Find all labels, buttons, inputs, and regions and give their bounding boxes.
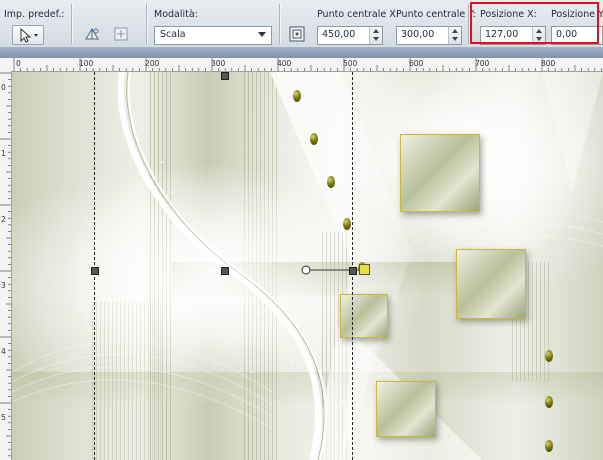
toolbar-separator: [146, 4, 147, 44]
flip-icon[interactable]: [83, 25, 101, 43]
transform-handle[interactable]: [221, 72, 229, 80]
ruler-label: 100: [79, 59, 94, 68]
horizontal-ruler-ticks: [13, 58, 602, 71]
transform-handle[interactable]: [221, 267, 229, 275]
toolbar-separator: [279, 4, 280, 44]
mode-label: Modalità:: [154, 9, 198, 20]
center-x-label: Punto centrale X:: [317, 9, 399, 20]
vertical-ruler[interactable]: 0 1 2 3 4 5: [0, 71, 12, 460]
ruler-label: 200: [145, 59, 160, 68]
vertical-ruler-ticks: [0, 72, 11, 457]
framed-square: [376, 381, 436, 437]
ruler-label: 0: [1, 83, 6, 92]
spin-up-icon: [452, 29, 458, 33]
framed-square: [456, 249, 526, 319]
transform-handle[interactable]: [91, 267, 99, 275]
olive-bead: [310, 133, 318, 145]
olive-bead: [293, 90, 301, 102]
center-x-input[interactable]: 450,00: [317, 26, 383, 45]
olive-bead: [327, 176, 335, 188]
center-y-value: 300,00: [401, 29, 435, 40]
tool-options-bar: Imp. predef.: Modalità: Scala Punto cent…: [0, 0, 603, 48]
preset-picker-button[interactable]: [12, 25, 44, 45]
framed-square: [400, 134, 480, 212]
center-point-icon[interactable]: [288, 25, 306, 43]
olive-bead: [343, 218, 351, 230]
ruler-label: 0: [16, 59, 21, 68]
selection-guide-right: [352, 72, 353, 460]
ruler-label: 700: [475, 59, 490, 68]
center-x-spinner[interactable]: [369, 27, 382, 44]
ruler-label: 3: [1, 281, 6, 290]
chevron-down-icon: [258, 32, 266, 37]
image-canvas[interactable]: [12, 72, 603, 460]
ruler-label: 400: [277, 59, 292, 68]
ruler-label: 2: [1, 215, 6, 224]
spin-up-icon: [373, 29, 379, 33]
cursor-arrow-icon: [20, 27, 38, 43]
horizontal-ruler[interactable]: 0 100 200 300 400 500 600 700 800: [11, 58, 603, 72]
center-y-input[interactable]: 300,00: [396, 26, 462, 45]
annotation-highlight-box: [470, 2, 599, 44]
mode-select-value: Scala: [160, 29, 186, 40]
center-point-handle[interactable]: [359, 264, 370, 275]
toolbar-separator: [468, 4, 469, 44]
ruler-label: 1: [1, 149, 6, 158]
document-tab-bar[interactable]: [0, 48, 603, 58]
olive-bead: [545, 350, 553, 362]
ruler-label: 5: [1, 413, 6, 422]
center-y-spinner[interactable]: [448, 27, 461, 44]
olive-bead: [545, 440, 553, 452]
center-x-value: 450,00: [322, 29, 356, 40]
ruler-label: 800: [541, 59, 556, 68]
mode-select[interactable]: Scala: [154, 26, 272, 45]
olive-bead: [545, 396, 553, 408]
ruler-label: 4: [1, 347, 6, 356]
ruler-label: 500: [343, 59, 358, 68]
reset-transform-icon[interactable]: [112, 25, 130, 43]
center-y-label: Punto centrale Y:: [396, 9, 476, 20]
preset-label: Imp. predef.:: [4, 9, 65, 20]
ruler-label: 300: [211, 59, 226, 68]
ruler-label: 600: [409, 59, 424, 68]
selection-guide-left: [94, 72, 95, 460]
spin-down-icon: [373, 37, 379, 41]
framed-square: [340, 294, 388, 338]
spin-down-icon: [452, 37, 458, 41]
toolbar-separator: [71, 4, 72, 44]
transform-handle[interactable]: [349, 267, 357, 275]
